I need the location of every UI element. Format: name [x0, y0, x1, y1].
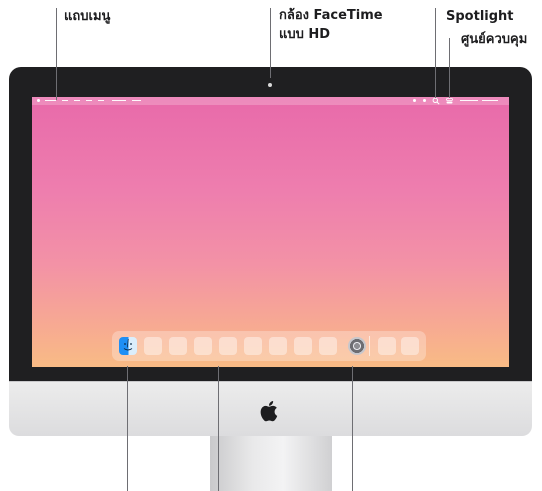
menu-item[interactable]: [132, 100, 141, 101]
dock-app-icon[interactable]: [169, 337, 187, 355]
menu-item[interactable]: [86, 100, 92, 101]
dock-divider: [369, 336, 370, 356]
status-icon[interactable]: [413, 99, 416, 102]
spotlight-callout-line: [435, 8, 436, 98]
search-icon[interactable]: [432, 97, 440, 105]
status-icon[interactable]: [423, 99, 426, 102]
dock-app-icon[interactable]: [144, 337, 162, 355]
settings-callout-line: [352, 366, 353, 491]
finder-callout-line: [127, 366, 128, 491]
dock-app-icon[interactable]: [378, 337, 396, 355]
menu-item[interactable]: [45, 100, 56, 101]
dock-app-icon[interactable]: [401, 337, 419, 355]
finder-icon[interactable]: [119, 337, 137, 355]
dock: [112, 331, 426, 361]
menu-item[interactable]: [112, 100, 126, 101]
menu-bar[interactable]: [32, 97, 509, 105]
control-center-icon[interactable]: [446, 98, 453, 104]
dock-app-icon[interactable]: [244, 337, 262, 355]
menu-bar-callout-line: [56, 8, 57, 100]
camera-callout-line: [270, 8, 271, 78]
dock-callout-line: [218, 366, 219, 491]
clock[interactable]: [482, 100, 498, 101]
facetime-camera: [268, 83, 272, 87]
menu-item[interactable]: [460, 100, 478, 101]
settings-gear-icon[interactable]: [348, 337, 366, 355]
facetime-camera-label-line2: แบบ HD: [279, 27, 331, 42]
dock-app-icon[interactable]: [294, 337, 312, 355]
facetime-camera-label-line1: กล้อง FaceTime: [279, 8, 383, 23]
spotlight-label: Spotlight: [446, 9, 514, 24]
desktop-screen: [32, 97, 509, 367]
imac-stand: [210, 435, 332, 491]
dock-app-icon[interactable]: [194, 337, 212, 355]
apple-logo-icon: [258, 398, 282, 428]
dock-app-icon[interactable]: [219, 337, 237, 355]
facetime-camera-label: กล้อง FaceTime แบบ HD: [279, 6, 383, 44]
menu-item[interactable]: [98, 100, 104, 101]
dock-app-icon[interactable]: [269, 337, 287, 355]
menu-item[interactable]: [62, 100, 68, 101]
menu-item[interactable]: [74, 100, 80, 101]
apple-menu-icon[interactable]: [37, 99, 40, 102]
control-center-label: ศูนย์ควบคุม: [461, 32, 528, 47]
menu-bar-label: แถบเมนู: [64, 9, 111, 24]
dock-app-icon[interactable]: [319, 337, 337, 355]
control-center-callout-line: [449, 38, 450, 98]
